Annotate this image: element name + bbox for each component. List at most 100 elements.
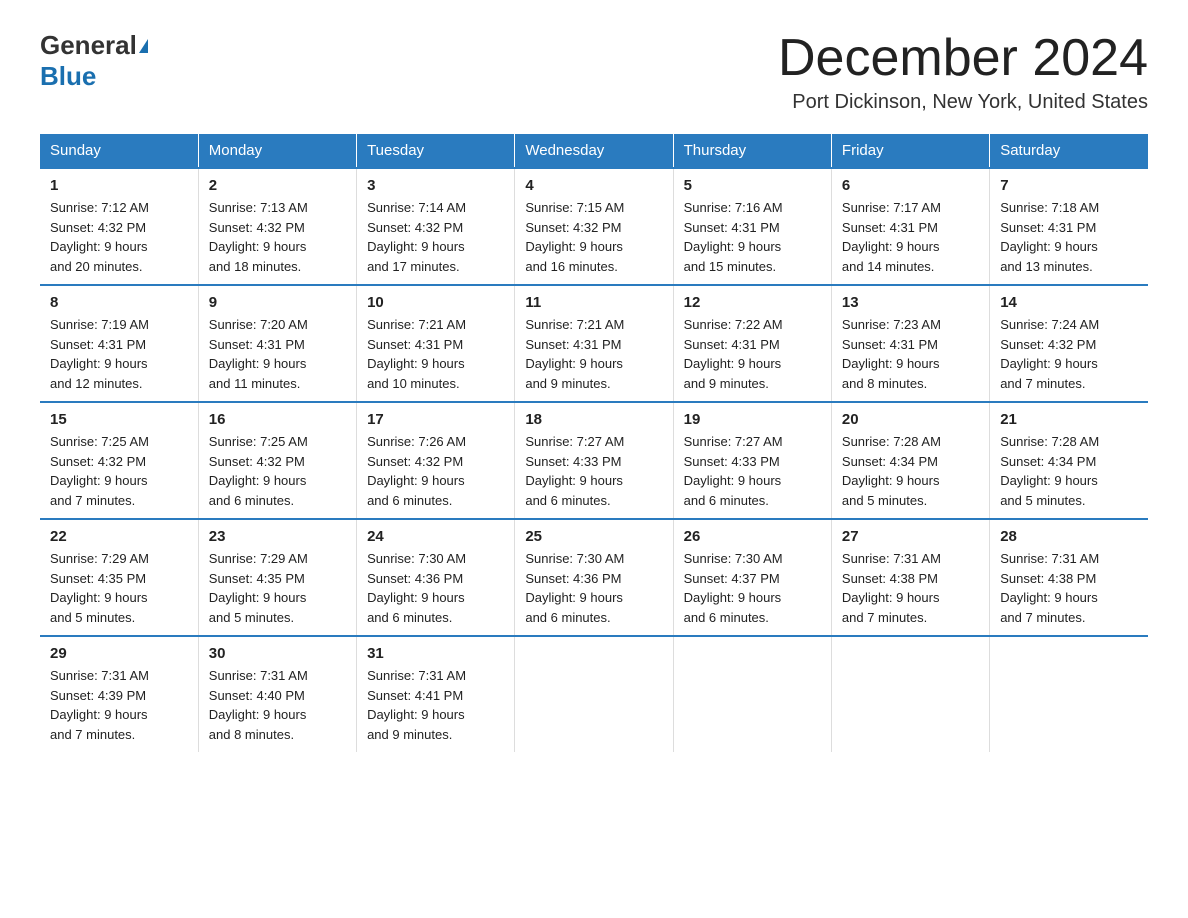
logo: General Blue	[40, 30, 148, 92]
day-info: Sunrise: 7:25 AM Sunset: 4:32 PM Dayligh…	[50, 432, 188, 510]
day-info: Sunrise: 7:31 AM Sunset: 4:39 PM Dayligh…	[50, 666, 188, 744]
day-info: Sunrise: 7:13 AM Sunset: 4:32 PM Dayligh…	[209, 198, 346, 276]
weekday-header-sunday: Sunday	[40, 134, 198, 168]
month-title: December 2024	[778, 30, 1148, 87]
location-subtitle: Port Dickinson, New York, United States	[778, 91, 1148, 114]
calendar-cell: 13Sunrise: 7:23 AM Sunset: 4:31 PM Dayli…	[831, 285, 989, 402]
day-info: Sunrise: 7:15 AM Sunset: 4:32 PM Dayligh…	[525, 198, 662, 276]
calendar-cell: 22Sunrise: 7:29 AM Sunset: 4:35 PM Dayli…	[40, 519, 198, 636]
calendar-cell	[990, 636, 1148, 752]
calendar-cell: 19 Sunrise: 7:27 AM Sunset: 4:33 PM Dayli…	[673, 402, 831, 519]
day-number: 7	[1000, 177, 1138, 194]
day-info: Sunrise: 7:24 AM Sunset: 4:32 PM Dayligh…	[1000, 315, 1138, 393]
day-info: Sunrise: 7:28 AM Sunset: 4:34 PM Dayligh…	[842, 432, 979, 510]
day-info: Sunrise: 7:18 AM Sunset: 4:31 PM Dayligh…	[1000, 198, 1138, 276]
day-number: 24	[367, 528, 504, 545]
calendar-cell: 24 Sunrise: 7:30 AM Sunset: 4:36 PM Dayli…	[357, 519, 515, 636]
calendar-cell: 18 Sunrise: 7:27 AM Sunset: 4:33 PM Dayli…	[515, 402, 673, 519]
day-number: 20	[842, 411, 979, 428]
calendar-cell: 17Sunrise: 7:26 AM Sunset: 4:32 PM Dayli…	[357, 402, 515, 519]
day-number: 18	[525, 411, 662, 428]
calendar-week-row: 1Sunrise: 7:12 AM Sunset: 4:32 PM Daylig…	[40, 168, 1148, 285]
calendar-cell: 5 Sunrise: 7:16 AM Sunset: 4:31 PM Daylig…	[673, 168, 831, 285]
day-number: 15	[50, 411, 188, 428]
day-number: 3	[367, 177, 504, 194]
calendar-cell: 10 Sunrise: 7:21 AM Sunset: 4:31 PM Dayli…	[357, 285, 515, 402]
day-info: Sunrise: 7:21 AM Sunset: 4:31 PM Dayligh…	[525, 315, 662, 393]
calendar-cell: 12Sunrise: 7:22 AM Sunset: 4:31 PM Dayli…	[673, 285, 831, 402]
weekday-header-tuesday: Tuesday	[357, 134, 515, 168]
day-number: 4	[525, 177, 662, 194]
day-number: 14	[1000, 294, 1138, 311]
calendar-week-row: 29 Sunrise: 7:31 AM Sunset: 4:39 PM Dayli…	[40, 636, 1148, 752]
calendar-cell	[831, 636, 989, 752]
weekday-header-row: SundayMondayTuesdayWednesdayThursdayFrid…	[40, 134, 1148, 168]
day-number: 31	[367, 645, 504, 662]
calendar-cell: 26 Sunrise: 7:30 AM Sunset: 4:37 PM Dayli…	[673, 519, 831, 636]
calendar-cell: 16 Sunrise: 7:25 AM Sunset: 4:32 PM Dayli…	[198, 402, 356, 519]
calendar-cell: 7 Sunrise: 7:18 AM Sunset: 4:31 PM Daylig…	[990, 168, 1148, 285]
page-header: General Blue December 2024 Port Dickinso…	[40, 30, 1148, 114]
day-number: 13	[842, 294, 979, 311]
day-number: 19	[684, 411, 821, 428]
day-info: Sunrise: 7:30 AM Sunset: 4:36 PM Dayligh…	[367, 549, 504, 627]
day-info: Sunrise: 7:28 AM Sunset: 4:34 PM Dayligh…	[1000, 432, 1138, 510]
day-number: 16	[209, 411, 346, 428]
day-info: Sunrise: 7:31 AM Sunset: 4:38 PM Dayligh…	[842, 549, 979, 627]
day-number: 23	[209, 528, 346, 545]
day-number: 10	[367, 294, 504, 311]
calendar-week-row: 8 Sunrise: 7:19 AM Sunset: 4:31 PM Daylig…	[40, 285, 1148, 402]
day-info: Sunrise: 7:27 AM Sunset: 4:33 PM Dayligh…	[525, 432, 662, 510]
day-info: Sunrise: 7:20 AM Sunset: 4:31 PM Dayligh…	[209, 315, 346, 393]
day-info: Sunrise: 7:30 AM Sunset: 4:37 PM Dayligh…	[684, 549, 821, 627]
calendar-week-row: 15 Sunrise: 7:25 AM Sunset: 4:32 PM Dayli…	[40, 402, 1148, 519]
day-number: 22	[50, 528, 188, 545]
day-number: 30	[209, 645, 346, 662]
calendar-cell: 2 Sunrise: 7:13 AM Sunset: 4:32 PM Daylig…	[198, 168, 356, 285]
calendar-cell: 29 Sunrise: 7:31 AM Sunset: 4:39 PM Dayli…	[40, 636, 198, 752]
calendar-week-row: 22 Sunrise: 7:29 AM Sunset: 4:35 PM Dayli…	[40, 519, 1148, 636]
day-info: Sunrise: 7:22 AM Sunset: 4:31 PM Dayligh…	[684, 315, 821, 393]
day-info: Sunrise: 7:19 AM Sunset: 4:31 PM Dayligh…	[50, 315, 188, 393]
calendar-cell: 27 Sunrise: 7:31 AM Sunset: 4:38 PM Dayli…	[831, 519, 989, 636]
logo-blue-text: Blue	[40, 61, 96, 92]
day-number: 26	[684, 528, 821, 545]
calendar-cell: 9Sunrise: 7:20 AM Sunset: 4:31 PM Daylig…	[198, 285, 356, 402]
calendar-cell: 4 Sunrise: 7:15 AM Sunset: 4:32 PM Daylig…	[515, 168, 673, 285]
day-number: 1	[50, 177, 188, 194]
day-info: Sunrise: 7:17 AM Sunset: 4:31 PM Dayligh…	[842, 198, 979, 276]
day-info: Sunrise: 7:21 AM Sunset: 4:31 PM Dayligh…	[367, 315, 504, 393]
weekday-header-monday: Monday	[198, 134, 356, 168]
weekday-header-thursday: Thursday	[673, 134, 831, 168]
day-number: 28	[1000, 528, 1138, 545]
day-info: Sunrise: 7:25 AM Sunset: 4:32 PM Dayligh…	[209, 432, 346, 510]
day-info: Sunrise: 7:31 AM Sunset: 4:38 PM Dayligh…	[1000, 549, 1138, 627]
weekday-header-friday: Friday	[831, 134, 989, 168]
logo-general-text: General	[40, 30, 137, 61]
calendar-cell: 31Sunrise: 7:31 AM Sunset: 4:41 PM Dayli…	[357, 636, 515, 752]
day-number: 25	[525, 528, 662, 545]
day-number: 11	[525, 294, 662, 311]
day-info: Sunrise: 7:29 AM Sunset: 4:35 PM Dayligh…	[209, 549, 346, 627]
calendar-cell: 1Sunrise: 7:12 AM Sunset: 4:32 PM Daylig…	[40, 168, 198, 285]
calendar-cell: 11 Sunrise: 7:21 AM Sunset: 4:31 PM Dayli…	[515, 285, 673, 402]
day-number: 2	[209, 177, 346, 194]
day-number: 5	[684, 177, 821, 194]
day-info: Sunrise: 7:16 AM Sunset: 4:31 PM Dayligh…	[684, 198, 821, 276]
calendar-cell: 30Sunrise: 7:31 AM Sunset: 4:40 PM Dayli…	[198, 636, 356, 752]
calendar-cell: 3Sunrise: 7:14 AM Sunset: 4:32 PM Daylig…	[357, 168, 515, 285]
calendar-cell: 20 Sunrise: 7:28 AM Sunset: 4:34 PM Dayli…	[831, 402, 989, 519]
day-number: 8	[50, 294, 188, 311]
title-block: December 2024 Port Dickinson, New York, …	[778, 30, 1148, 114]
day-number: 27	[842, 528, 979, 545]
calendar-cell	[673, 636, 831, 752]
day-info: Sunrise: 7:27 AM Sunset: 4:33 PM Dayligh…	[684, 432, 821, 510]
calendar-cell: 8 Sunrise: 7:19 AM Sunset: 4:31 PM Daylig…	[40, 285, 198, 402]
day-number: 29	[50, 645, 188, 662]
calendar-cell: 23 Sunrise: 7:29 AM Sunset: 4:35 PM Dayli…	[198, 519, 356, 636]
day-number: 17	[367, 411, 504, 428]
weekday-header-wednesday: Wednesday	[515, 134, 673, 168]
day-info: Sunrise: 7:30 AM Sunset: 4:36 PM Dayligh…	[525, 549, 662, 627]
logo-triangle-icon	[139, 39, 148, 53]
day-number: 6	[842, 177, 979, 194]
